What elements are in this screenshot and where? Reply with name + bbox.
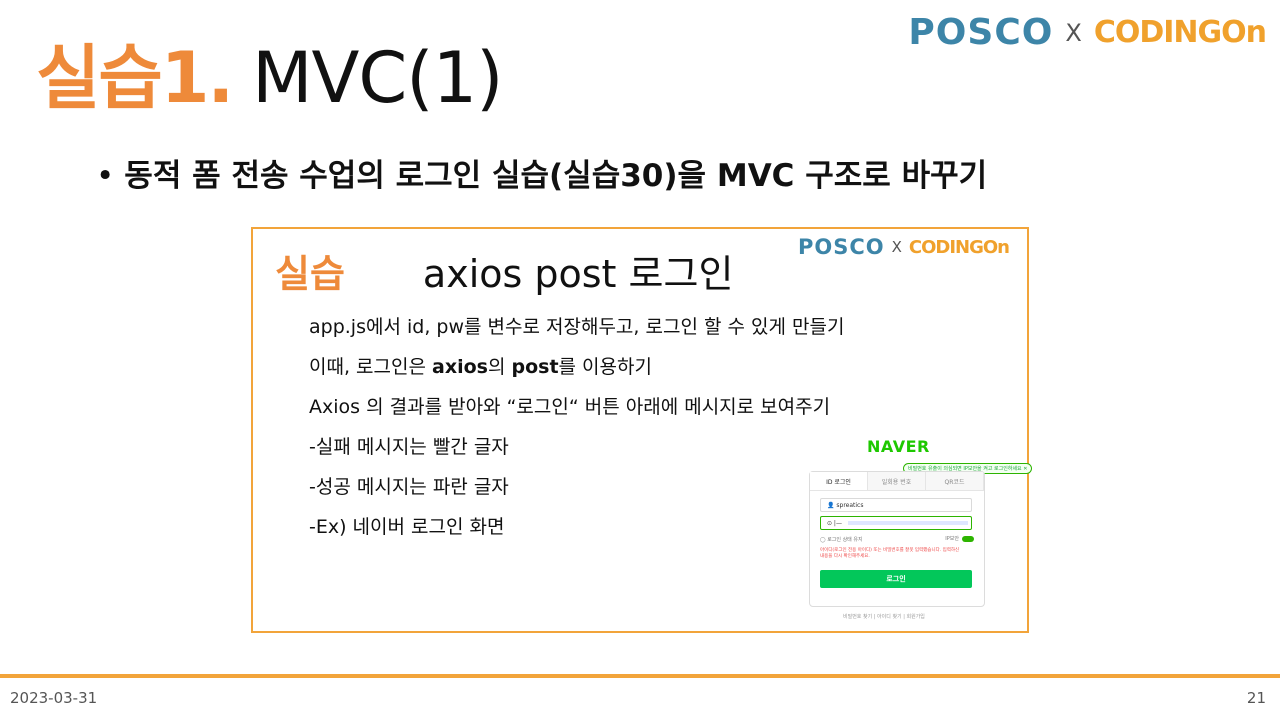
naver-login-screenshot: NAVER 비밀번호 유출이 의심되면 IP보안을 켜고 로그인하세요 ✕ ID… <box>809 437 1033 627</box>
emphasis-post: post <box>511 356 559 378</box>
bullet-text: 동적 폼 전송 수업의 로그인 실습(실습30)을 MVC 구조로 바꾸기 <box>124 158 988 194</box>
logo-separator: X <box>891 238 902 256</box>
tab-qr-code: QR코드 <box>926 472 984 490</box>
ip-security-toggle: IP보안 <box>945 535 974 542</box>
codingon-logo-text: CODINGOn <box>908 236 1010 258</box>
naver-login-tabs: ID 로그인 일회용 번호 QR코드 <box>810 472 984 491</box>
login-error-message: 아이디(로그인 전용 아이디) 또는 비밀번호를 잘못 입력했습니다. 입력하신… <box>820 548 960 559</box>
embedded-title-accent: 실습 <box>275 252 345 296</box>
naver-login-button: 로그인 <box>820 570 972 588</box>
bullet-item: • 동적 폼 전송 수업의 로그인 실습(실습30)을 MVC 구조로 바꾸기 <box>96 150 987 195</box>
bullet-dot-icon: • <box>96 158 115 194</box>
embedded-slide: 실습 axios post 로그인 POSCO X CODINGOn app.j… <box>251 227 1033 633</box>
instruction-line: 이때, 로그인은 axios의 post를 이용하기 <box>309 356 652 378</box>
slide-title: 실습1. MVC(1) <box>36 22 503 119</box>
page-number: 21 <box>1246 689 1266 707</box>
instruction-line: app.js에서 id, pw를 변수로 저장해두고, 로그인 할 수 있게 만… <box>309 316 845 338</box>
naver-help-links: 비밀번호 찾기 | 아이디 찾기 | 회원가입 <box>843 614 925 620</box>
logo-separator: X <box>1065 18 1082 47</box>
tab-id-login: ID 로그인 <box>810 472 868 490</box>
codingon-logo-text: CODINGOn <box>1093 15 1267 50</box>
password-mask <box>847 521 968 525</box>
naver-login-box: ID 로그인 일회용 번호 QR코드 👤 spreatics ⊙ |— ◯ 로그… <box>809 471 985 607</box>
user-icon: 👤 <box>827 501 837 509</box>
footer-date: 2023-03-31 <box>10 689 98 707</box>
naver-logo: NAVER <box>867 437 930 456</box>
naver-id-field: 👤 spreatics <box>820 498 972 512</box>
embedded-title-main: axios post 로그인 <box>422 252 734 296</box>
embedded-logo: POSCO X CODINGOn <box>797 235 1010 259</box>
title-main: MVC(1) <box>252 37 503 119</box>
tab-one-time-number: 일회용 번호 <box>868 472 926 490</box>
instruction-line: Axios 의 결과를 받아와 “로그인“ 버튼 아래에 메시지로 보여주기 <box>309 396 831 418</box>
posco-logo-text: POSCO <box>908 12 1054 53</box>
toggle-icon <box>962 535 974 542</box>
lock-icon: ⊙ |— <box>827 519 842 527</box>
naver-password-field: ⊙ |— <box>820 516 972 530</box>
footer-divider <box>0 674 1280 678</box>
posco-codingon-logo: POSCO X CODINGOn <box>908 12 1267 53</box>
embedded-title: 실습 axios post 로그인 <box>275 243 733 298</box>
posco-logo-text: POSCO <box>797 235 885 259</box>
title-accent: 실습1. <box>36 37 234 119</box>
emphasis-axios: axios <box>432 356 488 378</box>
stay-logged-in: ◯ 로그인 상태 유지 <box>820 537 863 543</box>
